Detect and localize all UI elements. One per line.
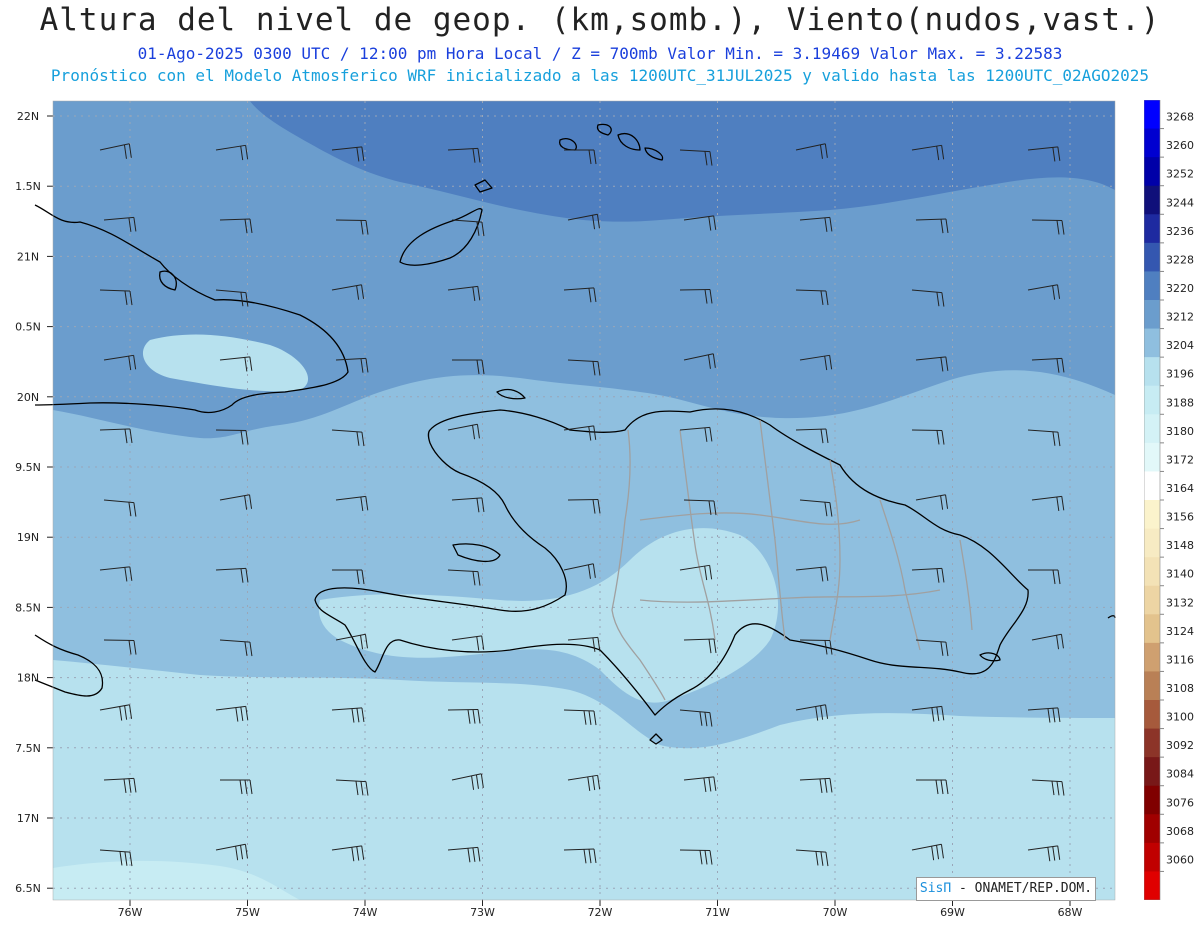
colorbar-label: 3124 bbox=[1166, 625, 1194, 638]
colorbar-swatch bbox=[1144, 757, 1160, 787]
colorbar-label: 3180 bbox=[1166, 425, 1194, 438]
lat-label: 9.5N bbox=[15, 461, 41, 474]
colorbar-swatch bbox=[1144, 242, 1160, 272]
colorbar-swatch bbox=[1144, 128, 1160, 158]
colorbar-swatch bbox=[1144, 214, 1160, 244]
lat-label: 21N bbox=[17, 250, 39, 263]
lon-label: 69W bbox=[940, 906, 965, 919]
colorbar-swatch bbox=[1144, 871, 1160, 900]
colorbar-label: 3268 bbox=[1166, 111, 1194, 124]
lon-label: 68W bbox=[1058, 906, 1083, 919]
colorbar-swatch bbox=[1144, 357, 1160, 387]
lon-label: 76W bbox=[118, 906, 143, 919]
lon-label: 74W bbox=[353, 906, 378, 919]
colorbar-swatch bbox=[1144, 671, 1160, 701]
credit-box: SisΠ - ONAMET/REP.DOM. bbox=[916, 877, 1096, 901]
lat-label: 18N bbox=[17, 672, 39, 685]
model-info: Pronóstico con el Modelo Atmosferico WRF… bbox=[50, 66, 1150, 85]
colorbar-swatch bbox=[1144, 728, 1160, 758]
credit-text: - ONAMET/REP.DOM. bbox=[959, 881, 1093, 896]
lat-label: 20N bbox=[17, 391, 39, 404]
colorbar-swatch bbox=[1144, 642, 1160, 672]
lon-label: 70W bbox=[823, 906, 848, 919]
colorbar-label: 3212 bbox=[1166, 311, 1194, 324]
colorbar-swatch bbox=[1144, 271, 1160, 301]
colorbar-label: 3164 bbox=[1166, 482, 1194, 495]
lat-label: 0.5N bbox=[15, 321, 41, 334]
colorbar-swatch bbox=[1144, 557, 1160, 587]
map-subtitle: 01-Ago-2025 0300 UTC / 12:00 pm Hora Loc… bbox=[137, 44, 1063, 63]
colorbar-label: 3068 bbox=[1166, 825, 1194, 838]
colorbar-swatch bbox=[1144, 614, 1160, 644]
colorbar-swatch bbox=[1144, 300, 1160, 330]
lat-label: 17N bbox=[17, 812, 39, 825]
longitude-labels: 76W 75W 74W 73W 72W 71W 70W 69W 68W bbox=[118, 900, 1083, 919]
colorbar-label: 3116 bbox=[1166, 653, 1194, 666]
colorbar-label: 3076 bbox=[1166, 796, 1194, 809]
colorbar-label: 3196 bbox=[1166, 368, 1194, 381]
colorbar: 3268 3260 3252 3244 3236 3228 3220 3212 3204 3196… bbox=[1144, 100, 1194, 900]
colorbar-swatch bbox=[1144, 700, 1160, 730]
lat-label: 19N bbox=[17, 531, 39, 544]
map-title: Altura del nivel de geop. (km,somb.), Vi… bbox=[39, 2, 1161, 38]
colorbar-swatch bbox=[1144, 785, 1160, 815]
geopotential-map: 22N 1.5N 21N 0.5N 20N 9.5N 19N 8.5N 18N 7.5N 17N 6.… bbox=[15, 100, 1116, 919]
colorbar-label: 3172 bbox=[1166, 453, 1194, 466]
colorbar-swatch bbox=[1144, 471, 1160, 501]
colorbar-swatch bbox=[1144, 157, 1160, 187]
colorbar-swatch bbox=[1144, 185, 1160, 215]
colorbar-label: 3220 bbox=[1166, 282, 1194, 295]
latitude-labels: 22N 1.5N 21N 0.5N 20N 9.5N 19N 8.5N 18N 7.5N 17N 6.… bbox=[15, 110, 53, 895]
colorbar-label: 3228 bbox=[1166, 253, 1194, 266]
lon-label: 73W bbox=[470, 906, 495, 919]
colorbar-label: 3260 bbox=[1166, 139, 1194, 152]
colorbar-swatch bbox=[1144, 414, 1160, 444]
colorbar-label: 3156 bbox=[1166, 511, 1194, 524]
colorbar-label: 3204 bbox=[1166, 339, 1194, 352]
lon-label: 72W bbox=[588, 906, 613, 919]
colorbar-label: 3188 bbox=[1166, 396, 1194, 409]
colorbar-swatch bbox=[1144, 442, 1160, 472]
colorbar-label: 3236 bbox=[1166, 225, 1194, 238]
colorbar-label: 3108 bbox=[1166, 682, 1194, 695]
colorbar-swatch bbox=[1144, 528, 1160, 558]
colorbar-swatch bbox=[1144, 585, 1160, 615]
lon-label: 75W bbox=[235, 906, 260, 919]
lat-label: 8.5N bbox=[15, 601, 41, 614]
colorbar-label: 3132 bbox=[1166, 596, 1194, 609]
colorbar-swatch bbox=[1144, 328, 1160, 358]
colorbar-swatch bbox=[1144, 842, 1160, 872]
colorbar-label: 3252 bbox=[1166, 168, 1194, 181]
lon-label: 71W bbox=[705, 906, 730, 919]
colorbar-swatch bbox=[1144, 385, 1160, 415]
colorbar-swatch bbox=[1144, 100, 1160, 130]
lat-label: 7.5N bbox=[15, 742, 41, 755]
credit-brand: SisΠ bbox=[919, 881, 952, 896]
colorbar-label: 3244 bbox=[1166, 196, 1194, 209]
lat-label: 1.5N bbox=[15, 180, 41, 193]
colorbar-swatch bbox=[1144, 814, 1160, 844]
colorbar-label: 3148 bbox=[1166, 539, 1194, 552]
colorbar-label: 3100 bbox=[1166, 711, 1194, 724]
colorbar-label: 3140 bbox=[1166, 568, 1194, 581]
colorbar-label: 3084 bbox=[1166, 768, 1194, 781]
colorbar-label: 3092 bbox=[1166, 739, 1194, 752]
lat-label: 22N bbox=[17, 110, 39, 123]
colorbar-swatch bbox=[1144, 500, 1160, 530]
lat-label: 6.5N bbox=[15, 882, 41, 895]
colorbar-label: 3060 bbox=[1166, 853, 1194, 866]
